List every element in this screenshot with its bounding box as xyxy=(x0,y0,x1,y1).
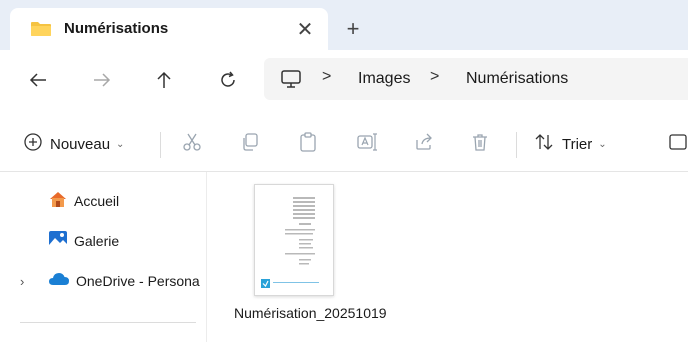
file-item[interactable]: Numérisation_20251019 xyxy=(234,182,387,342)
tab-numerisations[interactable]: Numérisations ✕ xyxy=(10,8,328,50)
home-icon xyxy=(48,190,68,213)
tab-close-button[interactable]: ✕ xyxy=(290,14,320,44)
command-bar: Nouveau ⌄ Trier ⌄ xyxy=(0,118,688,172)
sort-arrows-icon xyxy=(534,133,554,156)
share-icon xyxy=(414,132,434,157)
navigation-bar: > Images > Numérisations xyxy=(0,50,688,110)
chevron-down-icon: ⌄ xyxy=(116,138,125,150)
breadcrumb-separator[interactable]: > xyxy=(430,68,439,86)
onedrive-icon xyxy=(48,272,70,291)
sidebar-item-onedrive[interactable]: › OneDrive - Persona xyxy=(0,266,206,296)
sidebar-item-accueil[interactable]: Accueil xyxy=(0,186,206,216)
sidebar-item-label: Accueil xyxy=(74,193,120,209)
trash-icon xyxy=(470,132,490,157)
sort-button[interactable]: Trier ⌄ xyxy=(534,128,607,160)
new-tab-button[interactable]: + xyxy=(338,14,368,44)
copy-icon xyxy=(240,132,260,157)
computer-icon[interactable] xyxy=(280,69,302,94)
back-arrow-icon[interactable] xyxy=(22,64,54,96)
breadcrumb-separator[interactable]: > xyxy=(322,68,331,86)
breadcrumb-images[interactable]: Images xyxy=(352,68,416,90)
file-view: Numérisation_20251019 xyxy=(208,172,688,342)
divider xyxy=(516,132,517,158)
divider xyxy=(160,132,161,158)
rename-button[interactable] xyxy=(356,128,378,160)
up-arrow-icon[interactable] xyxy=(148,64,180,96)
gallery-icon xyxy=(48,230,68,253)
scissors-icon xyxy=(182,132,202,157)
view-button[interactable] xyxy=(668,128,688,160)
share-button[interactable] xyxy=(414,128,434,160)
new-button-label: Nouveau xyxy=(50,135,111,153)
plus-circle-icon xyxy=(24,132,42,156)
forward-arrow-icon[interactable] xyxy=(86,64,118,96)
navigation-pane: Accueil Galerie › OneDrive - Persona xyxy=(0,172,207,342)
view-icon xyxy=(668,133,688,156)
paste-button[interactable] xyxy=(298,128,318,160)
new-button[interactable]: Nouveau ⌄ xyxy=(24,128,124,160)
refresh-icon[interactable] xyxy=(212,64,244,96)
tab-strip: Numérisations ✕ + xyxy=(0,0,688,50)
chevron-right-icon[interactable]: › xyxy=(20,274,48,289)
sidebar-item-label: OneDrive - Persona xyxy=(76,273,200,289)
sort-button-label: Trier xyxy=(562,135,593,153)
divider xyxy=(20,322,196,323)
clipboard-icon xyxy=(298,131,318,158)
pdf-thumbnail xyxy=(254,184,334,296)
address-bar[interactable]: > Images > Numérisations xyxy=(264,58,688,100)
sidebar-item-label: Galerie xyxy=(74,233,120,249)
copy-button[interactable] xyxy=(240,128,260,160)
rename-icon xyxy=(356,132,378,157)
chevron-down-icon: ⌄ xyxy=(598,138,607,150)
tab-title: Numérisations xyxy=(64,20,169,37)
folder-icon xyxy=(30,21,52,37)
delete-button[interactable] xyxy=(470,128,490,160)
sidebar-item-galerie[interactable]: Galerie xyxy=(0,226,206,256)
file-name: Numérisation_20251019 xyxy=(234,305,387,321)
breadcrumb-numerisations[interactable]: Numérisations xyxy=(460,68,574,90)
cut-button[interactable] xyxy=(182,128,202,160)
